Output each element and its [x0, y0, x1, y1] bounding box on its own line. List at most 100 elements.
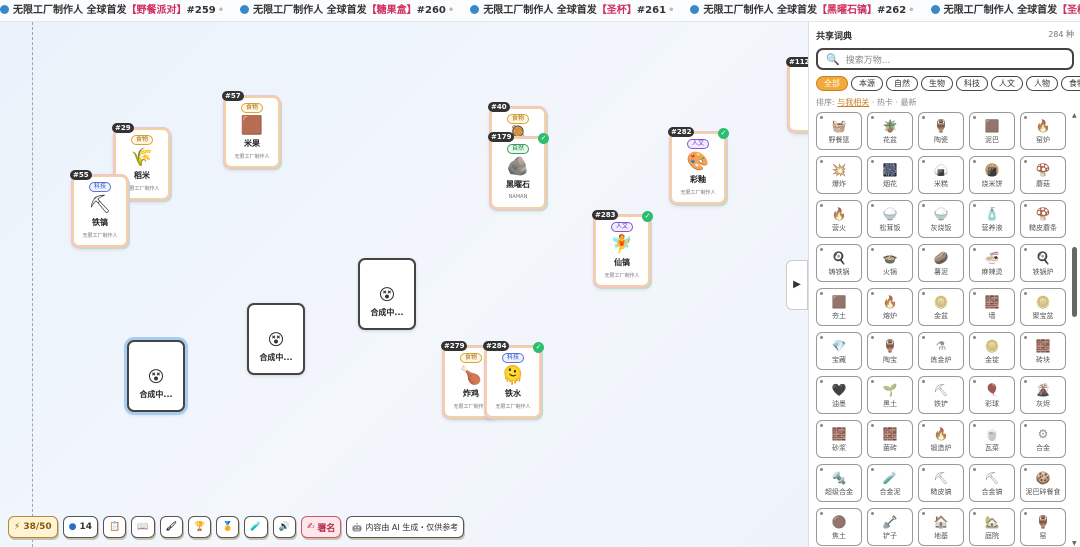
- filter-chip[interactable]: 人物: [1026, 76, 1058, 91]
- dictionary-item[interactable]: ⛏ 铁铲: [918, 376, 964, 414]
- element-card[interactable]: #57 食物 🟫 米果 无限工厂制作人: [222, 91, 280, 168]
- trophy-button[interactable]: 🏆: [187, 516, 212, 538]
- dictionary-item[interactable]: 🧱 墙: [969, 288, 1015, 326]
- clipboard-button[interactable]: 📋: [103, 516, 127, 538]
- book-button[interactable]: 📖: [131, 516, 155, 538]
- sort-option-latest[interactable]: 最新: [901, 98, 917, 107]
- element-card[interactable]: #284 ✓ 科技 🫠 铁水 无限工厂制作人: [483, 341, 544, 418]
- coin-counter[interactable]: ● 14: [62, 516, 99, 538]
- sort-option-related[interactable]: 与我相关: [837, 98, 869, 107]
- dictionary-item[interactable]: 🍄 蘑菇: [1020, 156, 1066, 194]
- dictionary-item[interactable]: 🥔 薯泥: [918, 244, 964, 282]
- dictionary-item[interactable]: 🔥 锻造炉: [918, 420, 964, 458]
- ai-disclaimer: 🤖 内容由 AI 生成・仅供参考: [346, 516, 465, 538]
- dictionary-item[interactable]: 🔥 窑炉: [1020, 112, 1066, 150]
- energy-counter[interactable]: ⚡ 38/50: [8, 516, 58, 538]
- dictionary-item[interactable]: ⚗ 炼金炉: [918, 332, 964, 370]
- card-number-badge: #282: [668, 127, 695, 137]
- dictionary-item[interactable]: 🍳 铸铁锅: [816, 244, 862, 282]
- scroll-thumb[interactable]: [1072, 247, 1077, 317]
- dictionary-item[interactable]: 🌋 灰烬: [1020, 376, 1066, 414]
- item-icon: 🧱: [831, 427, 847, 441]
- sort-option-hot[interactable]: 热卡: [877, 98, 893, 107]
- item-icon: 🏺: [882, 339, 898, 353]
- item-icon: 🟤: [831, 515, 847, 529]
- dictionary-item[interactable]: 🪴 花盆: [867, 112, 913, 150]
- dictionary-item[interactable]: 💎 宝藏: [816, 332, 862, 370]
- dictionary-item[interactable]: 🧺 野餐篮: [816, 112, 862, 150]
- dictionary-item[interactable]: 🏡 庭院: [969, 508, 1015, 546]
- dictionary-item[interactable]: 🍘 烧米饼: [969, 156, 1015, 194]
- item-label: 地基: [934, 532, 948, 540]
- dictionary-item[interactable]: 🍵 瓦菜: [969, 420, 1015, 458]
- dictionary-item[interactable]: 🍪 泥巴碎餐食: [1020, 464, 1066, 502]
- filter-chip[interactable]: 全部: [816, 76, 848, 91]
- dictionary-item[interactable]: 🪙 金盆: [918, 288, 964, 326]
- dictionary-item[interactable]: 🪏 铲子: [867, 508, 913, 546]
- dictionary-item[interactable]: 🧪 合金泥: [867, 464, 913, 502]
- scroll-up-icon[interactable]: ▲: [1072, 112, 1077, 119]
- category-tag: 食物: [506, 114, 529, 124]
- dictionary-item[interactable]: 🧱 菌砖: [867, 420, 913, 458]
- rice-cracker-icon: 🟫: [240, 115, 264, 136]
- element-card[interactable]: #282 ✓ 人文 🎨 彩釉 无限工厂制作人: [668, 127, 729, 204]
- dictionary-item[interactable]: 🔥 熔炉: [867, 288, 913, 326]
- scrollbar[interactable]: ▲ ▼: [1072, 112, 1078, 547]
- filter-chip[interactable]: 食物: [1061, 76, 1080, 91]
- element-card[interactable]: #179 ✓ 自然 🪨 黑曜石 NAMAN: [488, 132, 549, 209]
- dictionary-item[interactable]: ⛏ 糙皮镐: [918, 464, 964, 502]
- dictionary-item[interactable]: 🍄 糙皮蘑条: [1020, 200, 1066, 238]
- dictionary-item[interactable]: 🍚 松茸饭: [867, 200, 913, 238]
- dictionary-item[interactable]: 🔩 超级合金: [816, 464, 862, 502]
- dictionary-item[interactable]: 🧱 砂浆: [816, 420, 862, 458]
- dictionary-item[interactable]: 🎈 彩球: [969, 376, 1015, 414]
- dictionary-item[interactable]: 🍲 火锅: [867, 244, 913, 282]
- dictionary-item[interactable]: 🏺 窑: [1020, 508, 1066, 546]
- dictionary-item[interactable]: 🍜 麻辣烫: [969, 244, 1015, 282]
- dictionary-item[interactable]: 🧴 营养液: [969, 200, 1015, 238]
- dictionary-item[interactable]: 🖤 油墨: [816, 376, 862, 414]
- element-card[interactable]: #55 科技 ⛏ 铁镐 无限工厂制作人: [70, 170, 128, 247]
- filter-chip[interactable]: 自然: [886, 76, 918, 91]
- dictionary-item[interactable]: 🏺 陶宝: [867, 332, 913, 370]
- dictionary-item[interactable]: 🏺 陶瓷: [918, 112, 964, 150]
- signature-button[interactable]: ✍ 署名: [300, 516, 342, 538]
- sound-button[interactable]: 🔊: [272, 516, 296, 538]
- dictionary-item[interactable]: ⚙ 合金: [1020, 420, 1066, 458]
- dictionary-item[interactable]: 🍙 米糕: [918, 156, 964, 194]
- dictionary-item[interactable]: 🍚 灰烧饭: [918, 200, 964, 238]
- filter-chip[interactable]: 生物: [921, 76, 953, 91]
- search-input[interactable]: 🔍 搜索万物...: [816, 48, 1074, 70]
- dictionary-item[interactable]: 🟫 泥巴: [969, 112, 1015, 150]
- filter-chip[interactable]: 本源: [851, 76, 883, 91]
- item-label: 宝藏: [832, 356, 846, 364]
- dictionary-item[interactable]: 🔥 营火: [816, 200, 862, 238]
- item-icon: 🧪: [882, 471, 898, 485]
- dictionary-item[interactable]: 🟤 焦土: [816, 508, 862, 546]
- brush-button[interactable]: 🖌: [159, 516, 183, 538]
- dictionary-item[interactable]: 💥 爆炸: [816, 156, 862, 194]
- dictionary-item[interactable]: 🏠 地基: [918, 508, 964, 546]
- dictionary-item[interactable]: 🌱 黑土: [867, 376, 913, 414]
- element-card[interactable]: #112: [786, 57, 808, 132]
- item-label: 彩球: [985, 400, 999, 408]
- dictionary-item[interactable]: 🪙 金锭: [969, 332, 1015, 370]
- dictionary-item[interactable]: 🧱 砖块: [1020, 332, 1066, 370]
- dictionary-item[interactable]: ⛏ 合金镐: [969, 464, 1015, 502]
- dictionary-item[interactable]: 🪙 聚宝盆: [1020, 288, 1066, 326]
- dictionary-item[interactable]: 🍳 铁锅炉: [1020, 244, 1066, 282]
- collapse-sidebar-button[interactable]: ▶: [786, 260, 808, 310]
- filter-chip[interactable]: 人文: [991, 76, 1023, 91]
- potion-button[interactable]: 🧪: [244, 516, 268, 538]
- element-card[interactable]: #283 ✓ 人文 🧚 仙镐 无限工厂制作人: [592, 210, 653, 287]
- scroll-down-icon[interactable]: ▼: [1072, 540, 1077, 547]
- filter-chip[interactable]: 科技: [956, 76, 988, 91]
- ticker-item-name: 【圣杯】: [596, 5, 637, 16]
- dictionary-grid: 🧺 野餐篮 🪴 花盆 🏺 陶瓷 🟫 泥巴 🔥 窑炉 💥 爆炸 🎆 烟花 🍙 米糕 🍘 烧米饼 🍄 蘑菇 🔥 营火 🍚 松茸饭 🍚…: [816, 112, 1068, 547]
- dictionary-item[interactable]: 🎆 烟花: [867, 156, 913, 194]
- item-icon: 💎: [831, 339, 847, 353]
- item-icon: 🪴: [882, 119, 898, 133]
- dictionary-item[interactable]: 🟫 夯土: [816, 288, 862, 326]
- crafting-canvas[interactable]: #57 食物 🟫 米果 无限工厂制作人 #29 食物 🌾 稻米 无限工厂制作人 …: [0, 22, 808, 547]
- medal-button[interactable]: 🏅: [216, 516, 240, 538]
